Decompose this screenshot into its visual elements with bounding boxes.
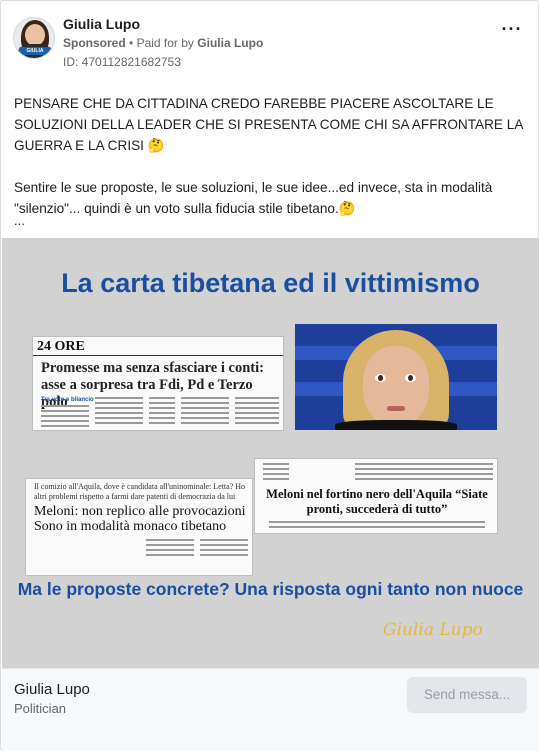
clip3-title: Meloni nel fortino nero dell'Aquila “Sia…	[266, 487, 488, 516]
paid-for-name: Giulia Lupo	[197, 36, 264, 50]
post-paragraph-2: Sentire le sue proposte, le sue soluzion…	[14, 180, 493, 216]
clip2-title: Meloni: non replico alle provocazioni So…	[34, 504, 246, 534]
avatar[interactable]: GIULIA	[13, 17, 55, 59]
footer-page-name[interactable]: Giulia Lupo	[14, 681, 90, 698]
ad-card: GIULIA Giulia Lupo Sponsored • Paid for …	[0, 0, 539, 751]
newspaper-clipping-2: Il comizio all'Aquila, dove è candidata …	[25, 478, 253, 576]
more-horizontal-icon: ···	[501, 19, 523, 39]
ad-creative-image[interactable]: La carta tibetana ed il vittimismo 24 OR…	[2, 238, 539, 668]
see-more-ellipsis[interactable]: ...	[14, 213, 25, 228]
separator-dot: •	[129, 36, 134, 50]
clip2-kicker: Il comizio all'Aquila, dove è candidata …	[34, 482, 246, 501]
signature: Giulia Lupo	[383, 620, 483, 640]
more-options-button[interactable]: ···	[500, 20, 524, 43]
sponsored-label: Sponsored	[63, 36, 126, 50]
paid-for-prefix: Paid for by	[136, 36, 194, 50]
sponsored-line: Sponsored • Paid for by Giulia Lupo	[63, 36, 263, 50]
send-message-button[interactable]: Send messa...	[407, 677, 527, 713]
post-paragraph-1: PENSARE CHE DA CITTADINA CREDO FAREBBE P…	[14, 96, 523, 153]
page-name[interactable]: Giulia Lupo	[63, 16, 140, 32]
creative-bottom-text: Ma le proposte concrete? Una risposta og…	[17, 579, 524, 599]
avatar-badge: GIULIA	[19, 47, 51, 55]
newspaper-clipping-3: Meloni nel fortino nero dell'Aquila “Sia…	[254, 458, 498, 534]
ad-id: ID: 470112821682753	[63, 55, 181, 69]
clip1-tag: Tra voto e bilancio	[41, 397, 94, 403]
ad-footer: Giulia Lupo Politician Send messa...	[2, 668, 539, 751]
post-header: GIULIA Giulia Lupo Sponsored • Paid for …	[13, 15, 526, 71]
footer-category: Politician	[14, 701, 67, 716]
newspaper-clipping-1: 24 ORE Promesse ma senza sfasciare i con…	[32, 336, 284, 431]
clip1-masthead: 24 ORE	[37, 339, 85, 354]
post-text: PENSARE CHE DA CITTADINA CREDO FAREBBE P…	[14, 93, 524, 219]
avatar-face	[25, 24, 45, 46]
creative-headline: La carta tibetana ed il vittimismo	[61, 268, 480, 298]
candidate-photo	[295, 324, 497, 430]
